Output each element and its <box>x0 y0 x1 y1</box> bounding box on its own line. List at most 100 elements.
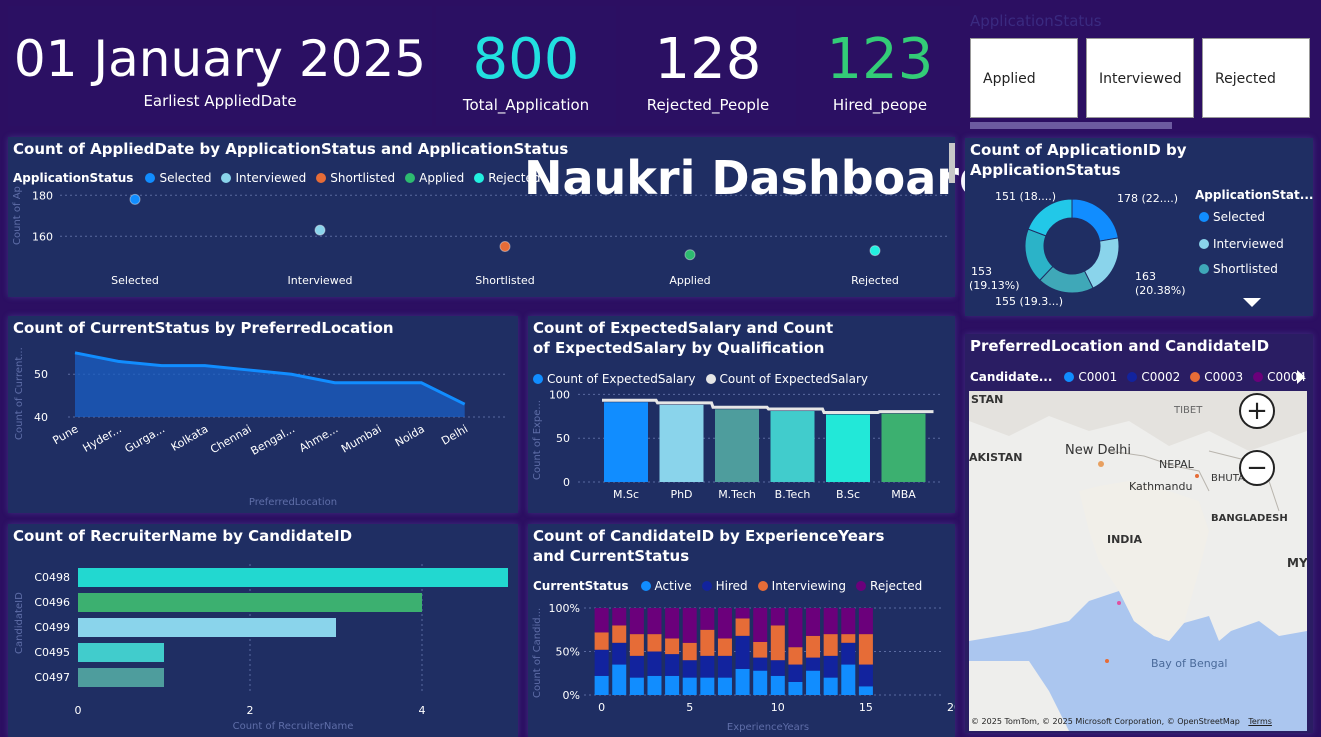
donut-legend-item: Selected <box>1193 210 1265 224</box>
scroll-down-icon[interactable] <box>1243 298 1261 307</box>
stacked-segment <box>841 664 856 695</box>
legend-dot-icon <box>1190 372 1201 382</box>
legend-item: C0002 <box>1141 370 1181 384</box>
recruiter-bar <box>78 618 336 637</box>
legend-dot-icon <box>640 581 651 591</box>
scatter-chart: 180 160 Count of Ap... Selected Interviewed S… <box>12 185 948 287</box>
map-label: AKISTAN <box>969 451 1023 464</box>
scatter-scrollbar[interactable] <box>949 143 955 183</box>
x-tick-label: M.Sc <box>613 488 639 501</box>
salary-bar <box>770 411 815 482</box>
x-tick-label: Delhi <box>439 422 470 447</box>
legend-item: Applied <box>419 171 465 185</box>
y-tick-label: 180 <box>32 189 53 202</box>
experience-panel: Count of CandidateID by ExperienceYears … <box>528 524 955 737</box>
x-tick-label: Selected <box>111 274 159 287</box>
stacked-segment <box>647 651 662 676</box>
y-axis-label: Count of Current... <box>14 347 25 440</box>
x-tick-label: Gurga... <box>122 422 167 455</box>
stacked-segment <box>647 608 662 635</box>
stacked-segment <box>788 664 803 682</box>
kpi-label: Total_Application <box>462 96 590 114</box>
y-tick-label: C0498 <box>34 571 70 584</box>
legend-dot-icon <box>1199 212 1209 222</box>
x-axis-label: ExperienceYears <box>727 722 809 733</box>
x-tick-label: 10 <box>771 701 785 714</box>
scatter-panel: Count of AppliedDate by ApplicationStatu… <box>8 137 992 297</box>
stacked-segment <box>665 654 680 676</box>
zoom-in-button[interactable]: + <box>1239 393 1275 429</box>
stacked-segment <box>770 608 785 626</box>
stacked-segment <box>735 618 750 636</box>
salary-line <box>602 398 934 415</box>
salary-bar <box>881 413 926 482</box>
legend-item: C0001 <box>1078 370 1118 384</box>
legend-dot-icon <box>757 581 768 591</box>
legend-dot-icon <box>856 581 867 591</box>
legend-dot-icon <box>1064 372 1075 382</box>
legend-dot-icon <box>1199 239 1209 249</box>
x-tick-label: Mumbai <box>339 422 384 455</box>
x-tick-label: M.Tech <box>718 488 756 501</box>
donut-data-label: 155 (19.3...) <box>995 295 1063 308</box>
salary-chart: 100 50 0 Count of Expe... M.Sc PhD M.Tech B.Tec… <box>532 390 943 501</box>
stacked-segment <box>700 608 715 630</box>
legend-next-icon[interactable] <box>1297 370 1305 384</box>
legend-item: Shortlisted <box>330 171 396 185</box>
map-label: INDIA <box>1107 533 1143 546</box>
y-tick-label: C0499 <box>34 621 70 634</box>
salary-panel: Count of ExpectedSalary and Count of Exp… <box>528 316 955 513</box>
y-tick-label: 0 <box>563 476 570 489</box>
stacked-segment <box>841 608 856 635</box>
slicer-scrollbar[interactable] <box>970 122 1172 129</box>
donut-data-label: 153 <box>971 265 992 278</box>
legend-item: Active <box>654 579 692 593</box>
stacked-segment <box>858 608 873 635</box>
legend-item: Rejected <box>870 579 923 593</box>
scatter-point <box>499 241 511 252</box>
stacked-segment <box>682 677 697 695</box>
slicer-option-applied[interactable]: Applied <box>970 38 1078 118</box>
kpi-hired-people: 123 Hired_peope <box>800 6 960 126</box>
map-label: Kathmandu <box>1129 480 1193 493</box>
legend-item: Interviewing <box>771 579 847 593</box>
zoom-out-button[interactable]: − <box>1239 450 1275 486</box>
x-tick-label: 2 <box>247 704 254 717</box>
experience-title: Count of CandidateID by ExperienceYears … <box>533 527 885 565</box>
kpi-label: Rejected_People <box>646 96 770 114</box>
slicer-option-label: Applied <box>983 71 1036 87</box>
legend-title: CurrentStatus <box>533 579 629 593</box>
legend-dot-icon <box>221 173 232 183</box>
x-tick-label: Ahme... <box>297 422 340 455</box>
y-tick-label: 100 <box>549 390 570 401</box>
stacked-segment <box>700 655 715 678</box>
y-tick-label: 50% <box>556 646 580 659</box>
legend-title: ApplicationStat... <box>1195 188 1314 202</box>
stacked-segment <box>647 634 662 652</box>
y-tick-label: 50 <box>556 432 570 445</box>
legend-dot-icon <box>145 173 156 183</box>
legend-item: C0003 <box>1204 370 1244 384</box>
y-axis-label: Count of Expe... <box>532 400 543 480</box>
kpi-label: Earliest AppliedDate <box>143 92 297 110</box>
map-attribution: © 2025 TomTom, © 2025 Microsoft Corporat… <box>971 717 1272 726</box>
scatter-title: Count of AppliedDate by ApplicationStatu… <box>13 140 569 158</box>
area-panel: Count of CurrentStatus by PreferredLocat… <box>8 316 518 513</box>
stacked-segment <box>753 608 768 642</box>
map-label: Bay of Bengal <box>1151 657 1228 670</box>
stacked-segment <box>806 635 821 658</box>
terms-link[interactable]: Terms <box>1248 717 1272 726</box>
y-tick-label: C0495 <box>34 646 70 659</box>
stacked-segment <box>717 638 732 656</box>
stacked-segment <box>806 670 821 695</box>
map-label: TIBET <box>1174 405 1203 416</box>
recruiter-bar <box>78 668 164 687</box>
slicer-option-interviewed[interactable]: Interviewed <box>1086 38 1194 118</box>
slicer-option-rejected[interactable]: Rejected <box>1202 38 1310 118</box>
stacked-segment <box>665 608 680 639</box>
stacked-segment <box>612 642 627 665</box>
stacked-segment <box>788 647 803 665</box>
salary-bar <box>659 404 704 482</box>
map-canvas[interactable]: STAN AKISTAN New Delhi NEPAL TIBET Kathm… <box>969 391 1307 731</box>
map-shapes <box>969 391 1307 731</box>
